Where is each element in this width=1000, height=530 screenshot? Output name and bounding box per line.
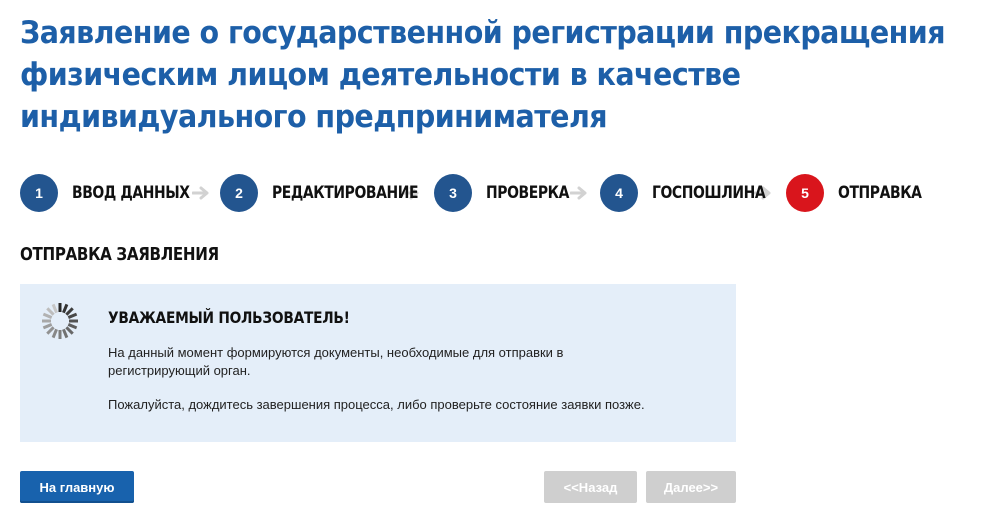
back-button[interactable]: <<Назад xyxy=(544,471,637,503)
step-number: 2 xyxy=(220,174,258,212)
notice-box: УВАЖАЕМЫЙ ПОЛЬЗОВАТЕЛЬ! На данный момент… xyxy=(20,284,736,442)
next-button[interactable]: Далее>> xyxy=(646,471,736,503)
page-container: Заявление о государственной регистрации … xyxy=(20,0,985,503)
step-label: РЕДАКТИРОВАНИЕ xyxy=(272,183,419,203)
notice-paragraph-2: Пожалуйста, дождитесь завершения процесс… xyxy=(108,397,645,412)
step-label: ГОСПОШЛИНА xyxy=(652,183,766,203)
step-number: 4 xyxy=(600,174,638,212)
home-button[interactable]: На главную xyxy=(20,471,134,503)
arrow-right-icon xyxy=(190,183,212,203)
notice-paragraph-1: На данный момент формируются документы, … xyxy=(108,345,564,378)
step-label: ПРОВЕРКА xyxy=(486,183,570,203)
step-input-data[interactable]: 1 ВВОД ДАННЫХ xyxy=(20,174,190,212)
step-fee[interactable]: 4 ГОСПОШЛИНА xyxy=(600,174,766,212)
step-label: ВВОД ДАННЫХ xyxy=(72,183,190,203)
arrow-right-icon xyxy=(568,183,590,203)
step-submission[interactable]: 5 ОТПРАВКА xyxy=(786,174,922,212)
notice-heading: УВАЖАЕМЫЙ ПОЛЬЗОВАТЕЛЬ! xyxy=(108,308,350,327)
step-number: 5 xyxy=(786,174,824,212)
section-title: ОТПРАВКА ЗАЯВЛЕНИЯ xyxy=(20,244,219,265)
page-title: Заявление о государственной регистрации … xyxy=(20,15,946,135)
step-number: 1 xyxy=(20,174,58,212)
step-label: ОТПРАВКА xyxy=(838,183,922,203)
loading-spinner-icon xyxy=(40,301,80,341)
step-editing[interactable]: 2 РЕДАКТИРОВАНИЕ xyxy=(220,174,419,212)
wizard-steps: 1 ВВОД ДАННЫХ 2 РЕДАКТИРОВАНИЕ 3 ПРОВЕРК… xyxy=(20,173,922,213)
step-number: 3 xyxy=(434,174,472,212)
step-check[interactable]: 3 ПРОВЕРКА xyxy=(434,174,570,212)
